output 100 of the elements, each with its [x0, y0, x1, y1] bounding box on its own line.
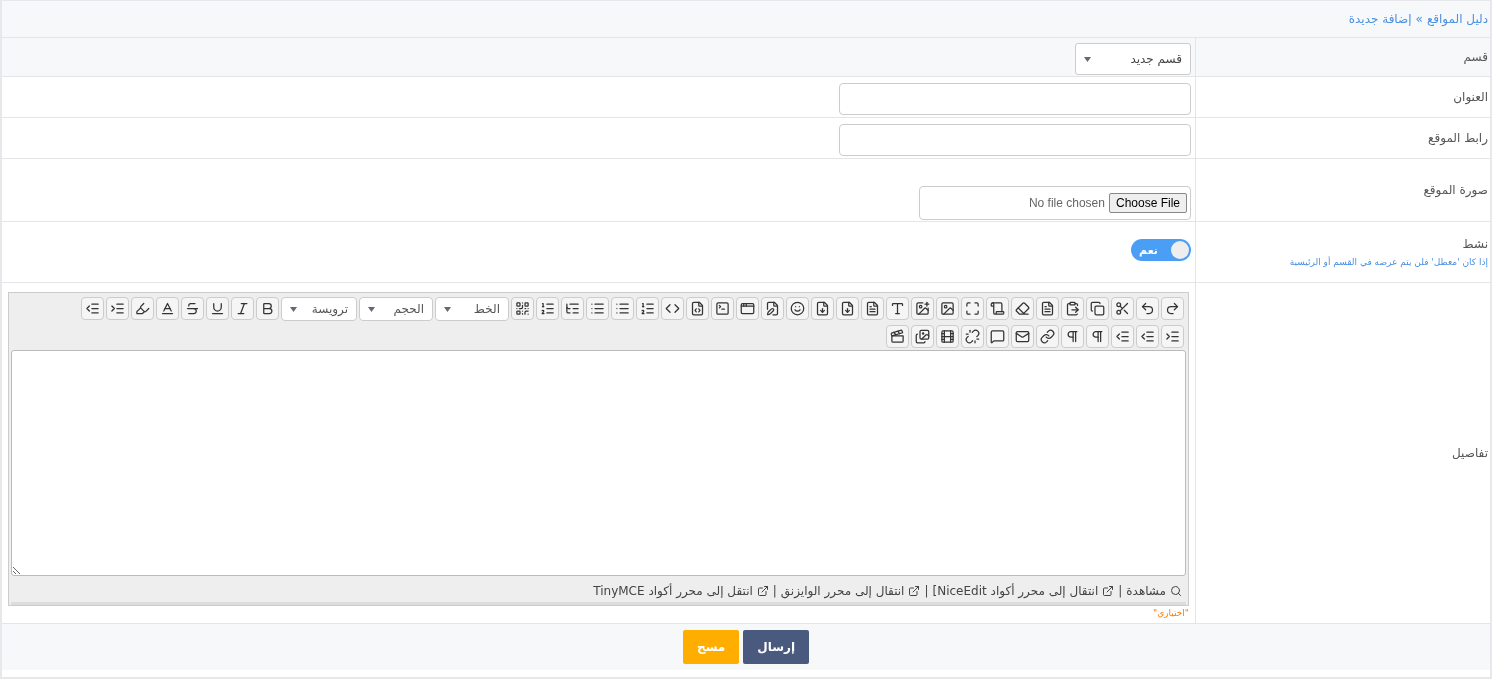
toolbar-button[interactable] [1061, 297, 1084, 320]
link-separator: | [772, 584, 777, 598]
toolbar-button[interactable] [961, 297, 984, 320]
bullet-list-icon [615, 301, 630, 316]
toolbar-button[interactable] [661, 297, 684, 320]
toolbar-button[interactable] [911, 297, 934, 320]
breadcrumb-separator: » [1415, 12, 1423, 26]
file-pen-icon [765, 301, 780, 316]
toolbar-button[interactable] [736, 297, 759, 320]
toolbar-button[interactable] [1161, 297, 1184, 320]
submit-button[interactable]: إرسال [743, 630, 810, 664]
toolbar-button[interactable] [936, 297, 959, 320]
mail-icon [1015, 329, 1030, 344]
strikethrough-icon [185, 301, 200, 316]
link-icon [1040, 329, 1055, 344]
caret-icon [1084, 56, 1091, 62]
code-file-icon [690, 301, 705, 316]
toolbar-button[interactable] [1136, 297, 1159, 320]
toolbar-button[interactable] [106, 297, 129, 320]
toolbar-button[interactable] [936, 325, 959, 348]
optional-note: "اختياري" [1153, 608, 1190, 618]
toolbar-button[interactable] [911, 325, 934, 348]
ordered-list-icon [640, 301, 655, 316]
editor-dropdown[interactable]: الحجم [359, 297, 433, 321]
scroll-icon [990, 301, 1005, 316]
toolbar-button[interactable] [1061, 325, 1084, 348]
editor-link[interactable]: انتقال إلى محرر أكواد NiceEdit] [932, 584, 1115, 598]
toolbar-button[interactable] [836, 297, 859, 320]
toolbar-button[interactable] [586, 297, 609, 320]
field-label: نشط [1461, 237, 1488, 251]
field-label: رابط الموقع [1427, 131, 1488, 145]
redo-icon [1165, 301, 1180, 316]
toolbar-button[interactable] [786, 297, 809, 320]
document-icon [1040, 301, 1055, 316]
toolbar-button[interactable] [1011, 325, 1034, 348]
field-label: قسم [1462, 50, 1488, 64]
unlink-icon [965, 329, 980, 344]
toolbar-button[interactable] [611, 297, 634, 320]
tree-list-icon [565, 301, 580, 316]
caret-icon [368, 306, 375, 312]
toolbar-button[interactable] [711, 297, 734, 320]
file-field[interactable]: No file chosen Choose File [919, 186, 1191, 220]
undo-icon [1140, 301, 1155, 316]
toolbar-button[interactable] [1011, 297, 1034, 320]
field-label: العنوان [1452, 90, 1488, 104]
toolbar-button[interactable] [1086, 297, 1109, 320]
outdent-icon [85, 301, 100, 316]
toolbar-button[interactable] [1111, 297, 1134, 320]
caret-icon [290, 306, 297, 312]
choose-file-button[interactable]: Choose File [1108, 193, 1187, 213]
toolbar-button[interactable] [986, 325, 1009, 348]
images-icon [915, 329, 930, 344]
outdent-icon [1140, 329, 1155, 344]
editor-link[interactable]: مشاهدة [1126, 584, 1182, 598]
copy-icon [1090, 301, 1105, 316]
toolbar-button[interactable] [811, 297, 834, 320]
toolbar-button[interactable] [81, 297, 104, 320]
editor-dropdown[interactable]: ترويسة [281, 297, 357, 321]
input-field[interactable] [839, 83, 1191, 115]
indent-icon [110, 301, 125, 316]
text-color-icon [160, 301, 175, 316]
editor-link[interactable]: انتقل إلى محرر أكواد TinyMCE [593, 584, 769, 598]
toolbar-button[interactable] [231, 297, 254, 320]
toolbar-button[interactable] [536, 297, 559, 320]
toolbar-button[interactable] [1086, 325, 1109, 348]
toolbar-button[interactable] [761, 297, 784, 320]
toolbar-button[interactable] [1136, 325, 1159, 348]
toolbar-button[interactable] [686, 297, 709, 320]
outline-list-icon [540, 301, 555, 316]
italic-icon [235, 301, 250, 316]
toolbar-button[interactable] [861, 297, 884, 320]
toolbar-button[interactable] [1036, 325, 1059, 348]
toolbar-button[interactable] [206, 297, 229, 320]
speech-bubble-icon [990, 329, 1005, 344]
toolbar-button[interactable] [256, 297, 279, 320]
toolbar-button[interactable] [561, 297, 584, 320]
toolbar-button[interactable] [636, 297, 659, 320]
toolbar-button[interactable] [1161, 325, 1184, 348]
toolbar-button[interactable] [886, 297, 909, 320]
toolbar-button[interactable] [986, 297, 1009, 320]
toolbar-button[interactable] [131, 297, 154, 320]
file-status: No file chosen [1028, 196, 1105, 210]
terminal-icon [715, 301, 730, 316]
scissors-icon [1115, 301, 1130, 316]
list-icon [590, 301, 605, 316]
smile-icon [790, 301, 805, 316]
toolbar-button[interactable] [886, 325, 909, 348]
editor-dropdown[interactable]: الخط [435, 297, 509, 321]
field-label: صورة الموقع [1422, 183, 1488, 197]
input-field[interactable] [839, 124, 1191, 156]
toolbar-button[interactable] [156, 297, 179, 320]
category-select[interactable]: قسم جديد [1075, 43, 1191, 75]
toolbar-button[interactable] [511, 297, 534, 320]
highlighter-icon [135, 301, 150, 316]
toolbar-button[interactable] [181, 297, 204, 320]
toolbar-button[interactable] [1036, 297, 1059, 320]
pilcrow-icon [1090, 329, 1105, 344]
editor-link[interactable]: انتقال إلى محرر الوايزنق [780, 584, 921, 598]
toolbar-button[interactable] [961, 325, 984, 348]
toolbar-button[interactable] [1111, 325, 1134, 348]
